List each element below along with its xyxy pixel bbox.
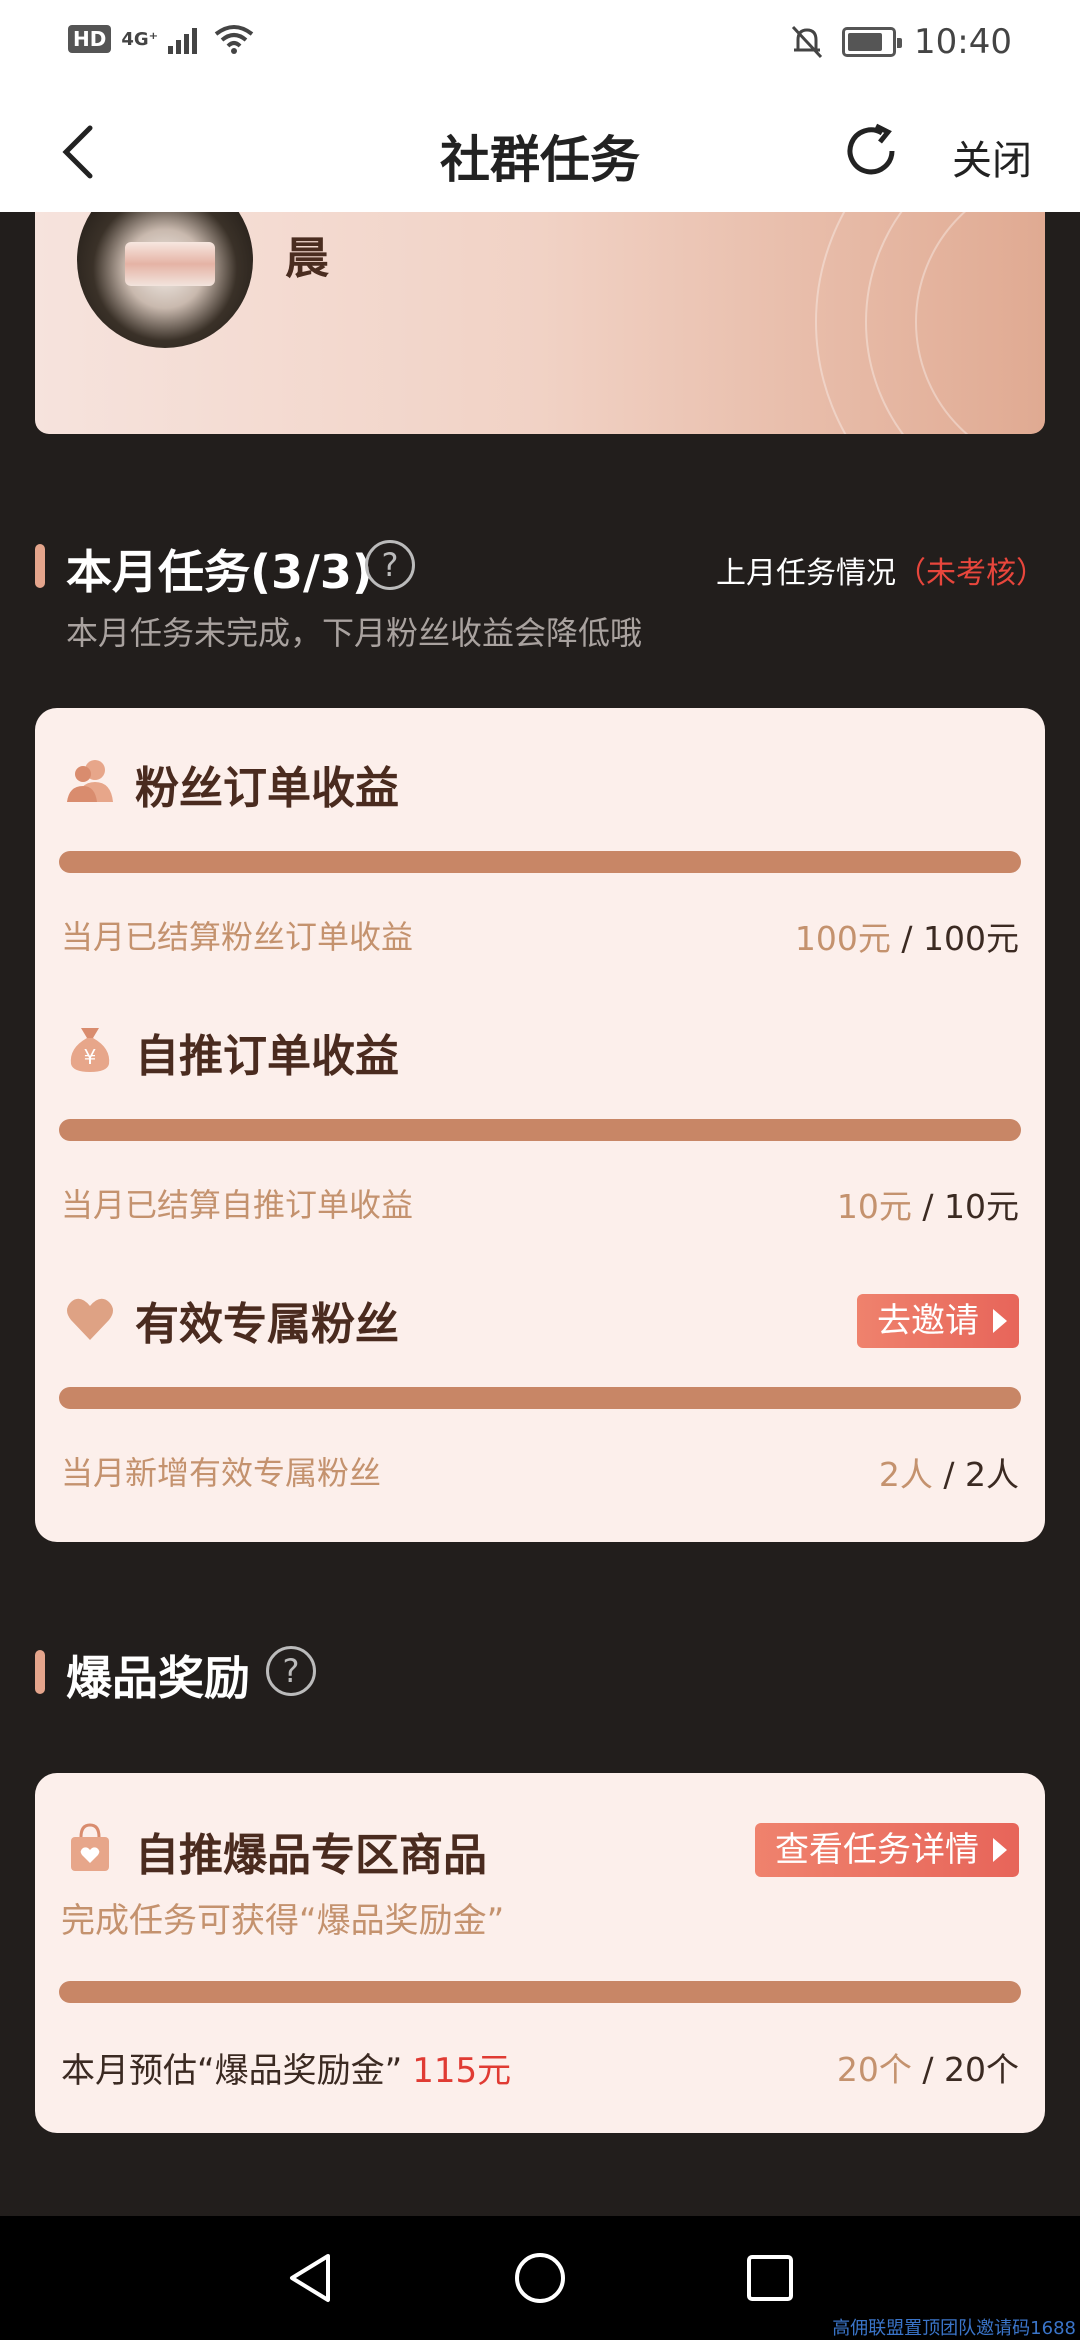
task-value: 100元 / 100元 bbox=[794, 919, 1019, 958]
task-subtitle: 完成任务可获得“爆品奖励金” bbox=[61, 1901, 505, 1941]
task-title: 自推爆品专区商品 bbox=[135, 1830, 487, 1881]
play-arrow-icon bbox=[993, 1838, 1007, 1862]
section-marker bbox=[35, 544, 45, 588]
task-value: 10元 / 10元 bbox=[836, 1187, 1019, 1226]
signal-icon bbox=[168, 28, 198, 54]
last-month-link[interactable]: 上月任务情况（未考核） bbox=[716, 548, 1046, 592]
task-title: 有效专属粉丝 bbox=[135, 1299, 399, 1350]
progress-bar bbox=[59, 1387, 1021, 1409]
back-triangle-icon[interactable] bbox=[286, 2252, 334, 2304]
reward-amount: 115元 bbox=[412, 2051, 512, 2091]
profile-card: 晨 bbox=[35, 212, 1045, 434]
task-value: 2人 / 2人 bbox=[878, 1455, 1019, 1494]
play-arrow-icon bbox=[993, 1309, 1007, 1333]
view-task-details-button[interactable]: 查看任务详情 bbox=[755, 1823, 1019, 1877]
avatar[interactable] bbox=[77, 212, 253, 348]
task-desc: 当月新增有效专属粉丝 bbox=[61, 1454, 382, 1492]
hot-reward-card: 自推爆品专区商品 查看任务详情 完成任务可获得“爆品奖励金” 本月预估“爆品奖励… bbox=[35, 1773, 1045, 2133]
shopping-bag-icon bbox=[71, 1823, 109, 1871]
last-month-label: 上月任务情况 bbox=[716, 556, 896, 591]
svg-text:¥: ¥ bbox=[84, 1045, 97, 1069]
page-title: 社群任务 bbox=[440, 131, 640, 189]
fans-icon bbox=[67, 760, 113, 802]
clock: 10:40 bbox=[914, 22, 1012, 62]
progress-bar bbox=[59, 1119, 1021, 1141]
task-value: 20个 / 20个 bbox=[836, 2050, 1019, 2089]
battery-icon bbox=[842, 27, 903, 57]
section-title-hot-reward: 爆品奖励 bbox=[66, 1651, 250, 1705]
heart-icon bbox=[67, 1298, 113, 1340]
refresh-icon[interactable] bbox=[842, 122, 900, 180]
help-icon[interactable]: ? bbox=[266, 1646, 316, 1696]
recents-square-icon[interactable] bbox=[746, 2254, 794, 2302]
system-nav-bar: 高佣联盟置顶团队邀请码1688 bbox=[0, 2216, 1080, 2340]
close-button[interactable]: 关闭 bbox=[952, 128, 1032, 186]
network-type: 4G⁺ bbox=[121, 28, 159, 50]
last-month-status: （未考核） bbox=[896, 556, 1046, 591]
month-hint: 本月任务未完成，下月粉丝收益会降低哦 bbox=[66, 614, 643, 652]
task-title: 粉丝订单收益 bbox=[135, 763, 399, 814]
reward-estimate: 本月预估“爆品奖励金” 115元 bbox=[61, 2051, 512, 2091]
money-bag-icon: ¥ bbox=[70, 1028, 110, 1072]
section-marker bbox=[35, 1650, 45, 1694]
status-bar: HD 4G⁺ 10:40 bbox=[0, 0, 1080, 90]
profile-name: 晨 bbox=[285, 233, 329, 284]
section-title-month-tasks: 本月任务(3/3) bbox=[66, 545, 373, 599]
progress-bar bbox=[59, 851, 1021, 873]
help-icon[interactable]: ? bbox=[365, 540, 415, 590]
hd-badge: HD bbox=[68, 25, 112, 53]
month-tasks-card: 粉丝订单收益 当月已结算粉丝订单收益 100元 / 100元 ¥ 自推订单收益 … bbox=[35, 708, 1045, 1542]
mute-bell-icon bbox=[791, 25, 823, 59]
task-desc: 当月已结算粉丝订单收益 bbox=[61, 918, 414, 956]
task-title: 自推订单收益 bbox=[135, 1031, 399, 1082]
nav-bar: 社群任务 关闭 bbox=[0, 90, 1080, 212]
task-desc: 当月已结算自推订单收益 bbox=[61, 1186, 414, 1224]
watermark: 高佣联盟置顶团队邀请码1688 bbox=[832, 2318, 1076, 2339]
wifi-icon bbox=[214, 25, 254, 54]
progress-bar bbox=[59, 1981, 1021, 2003]
home-circle-icon[interactable] bbox=[514, 2252, 566, 2304]
invite-button[interactable]: 去邀请 bbox=[857, 1294, 1019, 1348]
